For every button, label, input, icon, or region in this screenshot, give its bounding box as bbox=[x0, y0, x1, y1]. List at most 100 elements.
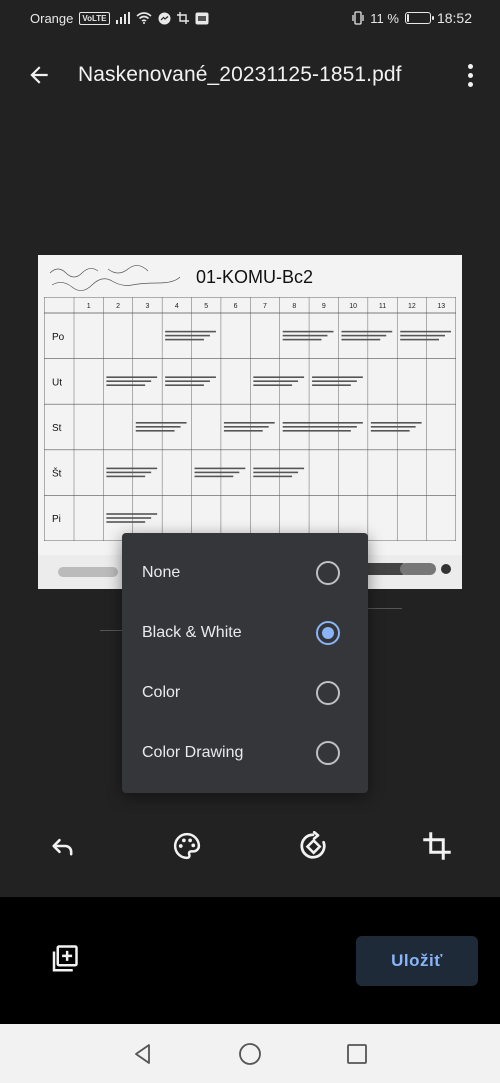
radio-color[interactable] bbox=[316, 681, 340, 705]
undo-button[interactable] bbox=[37, 820, 89, 872]
menu-item-label: Color Drawing bbox=[142, 744, 244, 761]
scan-text-line bbox=[370, 426, 416, 428]
rotate-button[interactable] bbox=[287, 820, 339, 872]
nav-back-icon bbox=[135, 1043, 151, 1064]
more-options-button[interactable] bbox=[458, 60, 482, 90]
timetable-grid: 1 2 3 4 5 6 7 8 9 10 11 12 13PoUtStŠtPi bbox=[44, 297, 456, 541]
scan-text-line bbox=[341, 338, 381, 341]
scan-text-line bbox=[106, 517, 152, 519]
crop-icon bbox=[423, 832, 451, 860]
scan-text-line bbox=[312, 384, 351, 386]
scan-text-line bbox=[165, 380, 210, 382]
crop-button[interactable] bbox=[411, 820, 463, 872]
scan-text-line bbox=[135, 426, 181, 428]
column-number: 10 bbox=[349, 303, 357, 310]
color-option-color-drawing[interactable]: Color Drawing bbox=[122, 723, 368, 783]
scan-text-line bbox=[282, 334, 328, 337]
day-label: Št bbox=[52, 467, 62, 480]
app-bar: Naskenované_20231125-1851.pdf bbox=[0, 48, 500, 102]
scan-text-line bbox=[106, 513, 158, 515]
volte-badge: VoLTE bbox=[79, 11, 110, 25]
color-filter-menu: None Black & White Color Color Drawing bbox=[122, 533, 368, 793]
radio-black-white[interactable] bbox=[316, 621, 340, 645]
radio-none[interactable] bbox=[316, 561, 340, 585]
vibrate-icon bbox=[352, 11, 364, 25]
document-heading: 01-KOMU-Bc2 bbox=[196, 267, 314, 287]
status-bar: Orange VoLTE 11 % 18:52 bbox=[0, 0, 500, 36]
scan-text-line bbox=[312, 376, 363, 378]
scan-text-line bbox=[223, 430, 263, 432]
scan-text-line bbox=[253, 376, 305, 378]
scan-text-line bbox=[400, 338, 439, 341]
scan-text-line bbox=[194, 471, 240, 474]
more-vert-icon bbox=[467, 63, 473, 69]
scan-text-line bbox=[223, 426, 269, 428]
scan-text-line bbox=[282, 422, 363, 424]
battery-percent: 11 % bbox=[370, 10, 399, 26]
back-button[interactable] bbox=[14, 50, 64, 100]
scan-text-line bbox=[106, 475, 146, 478]
scan-text-line bbox=[135, 430, 175, 432]
color-option-color[interactable]: Color bbox=[122, 663, 368, 723]
palette-icon bbox=[173, 832, 201, 860]
carrier-name: Orange bbox=[30, 10, 74, 26]
color-option-none[interactable]: None bbox=[122, 543, 368, 603]
handwriting-scribble bbox=[49, 265, 181, 291]
grid-border bbox=[44, 297, 456, 541]
scan-text-line bbox=[106, 380, 152, 382]
scan-text-line bbox=[194, 475, 234, 478]
save-button[interactable]: Uložiť bbox=[356, 936, 478, 986]
signal-icon bbox=[115, 12, 130, 24]
scan-text-line bbox=[370, 430, 410, 432]
divider-line bbox=[100, 630, 122, 631]
wifi-icon bbox=[136, 12, 152, 24]
column-number: 8 bbox=[292, 303, 296, 310]
scan-text-line bbox=[165, 334, 210, 337]
scan-text-line bbox=[253, 384, 293, 386]
column-number: 4 bbox=[175, 303, 179, 310]
status-right: 11 % 18:52 bbox=[352, 10, 472, 26]
scan-text-line bbox=[165, 338, 204, 341]
color-filter-button[interactable] bbox=[161, 820, 213, 872]
page-title: Naskenované_20231125-1851.pdf bbox=[78, 63, 402, 86]
scan-text-line bbox=[253, 475, 293, 478]
column-number: 11 bbox=[379, 303, 386, 310]
scan-text-line bbox=[165, 330, 216, 333]
add-page-button[interactable] bbox=[44, 939, 84, 979]
scan-text-line bbox=[135, 422, 187, 424]
color-option-black-white[interactable]: Black & White bbox=[122, 603, 368, 663]
radio-color-drawing[interactable] bbox=[316, 741, 340, 765]
scan-text-line bbox=[194, 467, 246, 470]
clock: 18:52 bbox=[436, 10, 472, 26]
nav-home-button[interactable] bbox=[230, 1034, 270, 1074]
column-number: 2 bbox=[116, 303, 120, 310]
scan-text-line bbox=[223, 422, 275, 424]
scan-text-line bbox=[341, 334, 387, 337]
nav-recents-icon bbox=[346, 1043, 367, 1064]
messenger-icon bbox=[158, 12, 171, 24]
scan-text-line bbox=[282, 426, 357, 428]
system-nav-bar bbox=[0, 1024, 500, 1083]
scan-text-line bbox=[253, 467, 305, 470]
bottom-action-bar: Uložiť bbox=[0, 897, 500, 1024]
nav-back-button[interactable] bbox=[123, 1034, 163, 1074]
scan-text-line bbox=[106, 471, 152, 474]
scan-text-line bbox=[400, 334, 445, 337]
scan-text-line bbox=[282, 338, 322, 341]
scan-text-line bbox=[341, 330, 393, 333]
battery-icon bbox=[404, 12, 434, 24]
scan-text-line bbox=[253, 471, 299, 474]
nav-recents-button[interactable] bbox=[337, 1034, 377, 1074]
column-number: 7 bbox=[263, 303, 267, 310]
divider-line bbox=[368, 608, 402, 609]
scan-text-line bbox=[106, 521, 146, 523]
edit-toolbar bbox=[0, 820, 500, 872]
column-number: 5 bbox=[204, 303, 208, 310]
column-number: 3 bbox=[146, 303, 150, 310]
scan-text-line bbox=[165, 384, 204, 386]
nav-home-icon bbox=[239, 1042, 261, 1065]
undo-icon bbox=[52, 838, 73, 856]
app-notification-icon bbox=[195, 12, 209, 24]
rotate-icon bbox=[300, 831, 326, 859]
day-label: St bbox=[52, 423, 62, 434]
